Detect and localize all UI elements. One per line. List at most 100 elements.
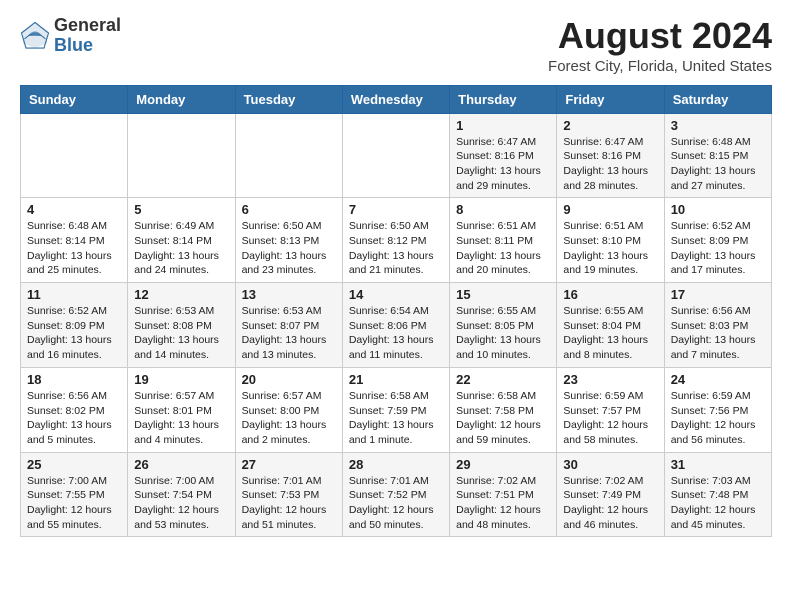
day-number: 22 xyxy=(456,372,550,387)
title-block: August 2024 Forest City, Florida, United… xyxy=(548,16,772,75)
calendar-header-row: Sunday Monday Tuesday Wednesday Thursday… xyxy=(21,85,772,113)
day-number: 14 xyxy=(349,287,443,302)
day-info: Sunrise: 6:54 AM Sunset: 8:06 PM Dayligh… xyxy=(349,304,443,363)
day-number: 18 xyxy=(27,372,121,387)
day-info: Sunrise: 6:58 AM Sunset: 7:59 PM Dayligh… xyxy=(349,389,443,448)
calendar-week-1: 1 Sunrise: 6:47 AM Sunset: 8:16 PM Daylig… xyxy=(21,113,772,198)
table-row: 14 Sunrise: 6:54 AM Sunset: 8:06 PM Dayli… xyxy=(342,283,449,368)
day-number: 6 xyxy=(242,202,336,217)
col-wednesday: Wednesday xyxy=(342,85,449,113)
day-number: 19 xyxy=(134,372,228,387)
logo: General Blue xyxy=(20,16,121,56)
calendar-week-3: 11Sunrise: 6:52 AM Sunset: 8:09 PM Dayli… xyxy=(21,283,772,368)
table-row: 28 Sunrise: 7:01 AM Sunset: 7:52 PM Dayli… xyxy=(342,452,449,537)
table-row: 19Sunrise: 6:57 AM Sunset: 8:01 PM Dayli… xyxy=(128,367,235,452)
day-number: 17 xyxy=(671,287,765,302)
day-info: Sunrise: 6:59 AM Sunset: 7:56 PM Dayligh… xyxy=(671,389,765,448)
day-info: Sunrise: 7:03 AM Sunset: 7:48 PM Dayligh… xyxy=(671,474,765,533)
day-info: Sunrise: 6:53 AM Sunset: 8:08 PM Dayligh… xyxy=(134,304,228,363)
table-row: 18 Sunrise: 6:56 AM Sunset: 8:02 PM Dayli… xyxy=(21,367,128,452)
day-number: 16 xyxy=(563,287,657,302)
day-number: 23 xyxy=(563,372,657,387)
day-number: 5 xyxy=(134,202,228,217)
day-number: 11 xyxy=(27,287,121,302)
day-info: Sunrise: 6:55 AM Sunset: 8:05 PM Dayligh… xyxy=(456,304,550,363)
day-info: Sunrise: 7:01 AM Sunset: 7:52 PM Dayligh… xyxy=(349,474,443,533)
day-number: 24 xyxy=(671,372,765,387)
table-row: 7Sunrise: 6:50 AM Sunset: 8:12 PM Daylig… xyxy=(342,198,449,283)
table-row: 24 Sunrise: 6:59 AM Sunset: 7:56 PM Dayli… xyxy=(664,367,771,452)
day-info: Sunrise: 6:47 AM Sunset: 8:16 PM Dayligh… xyxy=(563,135,657,194)
table-row: 23Sunrise: 6:59 AM Sunset: 7:57 PM Dayli… xyxy=(557,367,664,452)
day-info: Sunrise: 7:02 AM Sunset: 7:49 PM Dayligh… xyxy=(563,474,657,533)
calendar-table: Sunday Monday Tuesday Wednesday Thursday… xyxy=(20,85,772,538)
table-row: 17 Sunrise: 6:56 AM Sunset: 8:03 PM Dayli… xyxy=(664,283,771,368)
table-row: 10Sunrise: 6:52 AM Sunset: 8:09 PM Dayli… xyxy=(664,198,771,283)
day-info: Sunrise: 7:00 AM Sunset: 7:55 PM Dayligh… xyxy=(27,474,121,533)
table-row xyxy=(342,113,449,198)
table-row: 26 Sunrise: 7:00 AM Sunset: 7:54 PM Dayli… xyxy=(128,452,235,537)
day-info: Sunrise: 7:01 AM Sunset: 7:53 PM Dayligh… xyxy=(242,474,336,533)
header: General Blue August 2024 Forest City, Fl… xyxy=(20,16,772,75)
col-monday: Monday xyxy=(128,85,235,113)
day-info: Sunrise: 6:48 AM Sunset: 8:14 PM Dayligh… xyxy=(27,219,121,278)
day-number: 4 xyxy=(27,202,121,217)
day-info: Sunrise: 6:56 AM Sunset: 8:02 PM Dayligh… xyxy=(27,389,121,448)
table-row: 15 Sunrise: 6:55 AM Sunset: 8:05 PM Dayli… xyxy=(450,283,557,368)
day-info: Sunrise: 6:57 AM Sunset: 8:00 PM Dayligh… xyxy=(242,389,336,448)
day-number: 8 xyxy=(456,202,550,217)
day-info: Sunrise: 6:58 AM Sunset: 7:58 PM Dayligh… xyxy=(456,389,550,448)
calendar-week-5: 25Sunrise: 7:00 AM Sunset: 7:55 PM Dayli… xyxy=(21,452,772,537)
col-friday: Friday xyxy=(557,85,664,113)
table-row: 30 Sunrise: 7:02 AM Sunset: 7:49 PM Dayli… xyxy=(557,452,664,537)
day-info: Sunrise: 7:00 AM Sunset: 7:54 PM Dayligh… xyxy=(134,474,228,533)
table-row: 4 Sunrise: 6:48 AM Sunset: 8:14 PM Daylig… xyxy=(21,198,128,283)
day-info: Sunrise: 6:49 AM Sunset: 8:14 PM Dayligh… xyxy=(134,219,228,278)
table-row: 8 Sunrise: 6:51 AM Sunset: 8:11 PM Daylig… xyxy=(450,198,557,283)
table-row: 3Sunrise: 6:48 AM Sunset: 8:15 PM Daylig… xyxy=(664,113,771,198)
table-row: 6 Sunrise: 6:50 AM Sunset: 8:13 PM Daylig… xyxy=(235,198,342,283)
main-title: August 2024 xyxy=(548,16,772,56)
day-number: 2 xyxy=(563,118,657,133)
day-info: Sunrise: 6:52 AM Sunset: 8:09 PM Dayligh… xyxy=(671,219,765,278)
calendar-week-2: 4 Sunrise: 6:48 AM Sunset: 8:14 PM Daylig… xyxy=(21,198,772,283)
table-row xyxy=(128,113,235,198)
day-number: 26 xyxy=(134,457,228,472)
table-row: 16Sunrise: 6:55 AM Sunset: 8:04 PM Dayli… xyxy=(557,283,664,368)
table-row xyxy=(235,113,342,198)
col-sunday: Sunday xyxy=(21,85,128,113)
col-tuesday: Tuesday xyxy=(235,85,342,113)
table-row: 20 Sunrise: 6:57 AM Sunset: 8:00 PM Dayli… xyxy=(235,367,342,452)
day-number: 15 xyxy=(456,287,550,302)
day-info: Sunrise: 6:47 AM Sunset: 8:16 PM Dayligh… xyxy=(456,135,550,194)
day-number: 27 xyxy=(242,457,336,472)
day-info: Sunrise: 6:50 AM Sunset: 8:12 PM Dayligh… xyxy=(349,219,443,278)
day-number: 20 xyxy=(242,372,336,387)
table-row: 9Sunrise: 6:51 AM Sunset: 8:10 PM Daylig… xyxy=(557,198,664,283)
page: General Blue August 2024 Forest City, Fl… xyxy=(0,0,792,557)
day-number: 28 xyxy=(349,457,443,472)
table-row: 29 Sunrise: 7:02 AM Sunset: 7:51 PM Dayli… xyxy=(450,452,557,537)
day-info: Sunrise: 6:51 AM Sunset: 8:11 PM Dayligh… xyxy=(456,219,550,278)
subtitle: Forest City, Florida, United States xyxy=(548,58,772,75)
table-row: 2 Sunrise: 6:47 AM Sunset: 8:16 PM Daylig… xyxy=(557,113,664,198)
day-info: Sunrise: 6:50 AM Sunset: 8:13 PM Dayligh… xyxy=(242,219,336,278)
day-number: 29 xyxy=(456,457,550,472)
logo-blue: Blue xyxy=(54,35,93,55)
table-row: 12 Sunrise: 6:53 AM Sunset: 8:08 PM Dayli… xyxy=(128,283,235,368)
day-info: Sunrise: 7:02 AM Sunset: 7:51 PM Dayligh… xyxy=(456,474,550,533)
day-number: 12 xyxy=(134,287,228,302)
day-info: Sunrise: 6:56 AM Sunset: 8:03 PM Dayligh… xyxy=(671,304,765,363)
table-row: 22 Sunrise: 6:58 AM Sunset: 7:58 PM Dayli… xyxy=(450,367,557,452)
logo-general: General xyxy=(54,15,121,35)
day-number: 30 xyxy=(563,457,657,472)
day-number: 21 xyxy=(349,372,443,387)
logo-icon xyxy=(20,21,50,51)
day-info: Sunrise: 6:51 AM Sunset: 8:10 PM Dayligh… xyxy=(563,219,657,278)
day-number: 1 xyxy=(456,118,550,133)
table-row: 25Sunrise: 7:00 AM Sunset: 7:55 PM Dayli… xyxy=(21,452,128,537)
day-info: Sunrise: 6:53 AM Sunset: 8:07 PM Dayligh… xyxy=(242,304,336,363)
table-row: 31Sunrise: 7:03 AM Sunset: 7:48 PM Dayli… xyxy=(664,452,771,537)
day-number: 13 xyxy=(242,287,336,302)
logo-text: General Blue xyxy=(54,16,121,56)
